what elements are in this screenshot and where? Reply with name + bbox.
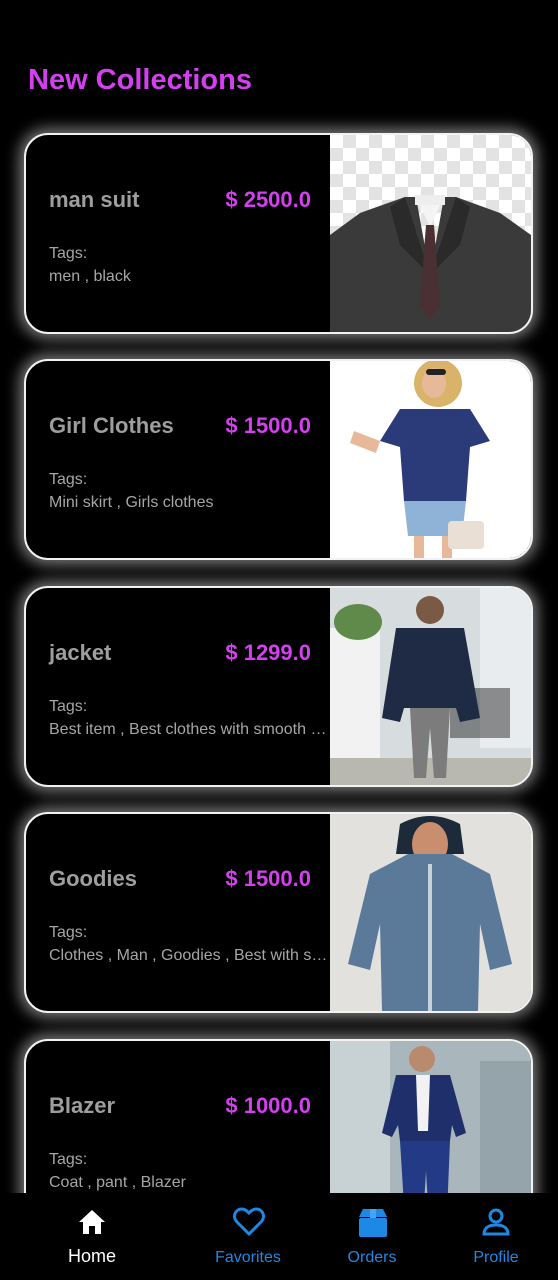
tags-label: Tags: [49,245,88,262]
product-tags: Clothes , Man , Goodies , Best with styl… [49,947,329,964]
product-image[interactable] [330,135,531,332]
tags-label: Tags: [49,698,88,715]
heart-icon [233,1207,265,1237]
product-card[interactable]: man suit $ 2500.0 Tags: men , black [24,133,533,334]
product-list[interactable]: New Collections man suit $ 2500.0 Tags: … [0,0,558,1193]
home-icon [79,1210,105,1234]
product-tags: men , black [49,268,131,285]
nav-orders[interactable]: Orders [312,1193,432,1280]
nav-profile[interactable]: Profile [436,1193,556,1280]
product-card[interactable]: Goodies $ 1500.0 Tags: Clothes , Man , G… [24,812,533,1013]
product-price: $ 1299.0 [225,640,311,665]
product-card[interactable]: jacket $ 1299.0 Tags: Best item , Best c… [24,586,533,787]
screen: New Collections man suit $ 2500.0 Tags: … [0,0,558,1280]
person-icon [482,1208,510,1236]
nav-home-label: Home [67,1246,116,1266]
tags-label: Tags: [49,924,88,941]
product-card[interactable]: Girl Clothes $ 1500.0 Tags: Mini skirt ,… [24,359,533,560]
tags-label: Tags: [49,1151,88,1168]
tags-label: Tags: [49,471,88,488]
box-icon [359,1209,387,1237]
product-price: $ 1000.0 [225,1093,311,1118]
page-title: New Collections [28,64,252,96]
product-card[interactable]: Blazer $ 1000.0 Tags: Coat , pant , Blaz… [24,1039,533,1193]
product-price: $ 2500.0 [225,187,311,212]
product-name: man suit [49,187,140,212]
product-image[interactable] [330,1041,531,1193]
product-price: $ 1500.0 [225,866,311,891]
product-name: Girl Clothes [49,413,174,438]
product-name: Blazer [49,1093,116,1118]
nav-favorites-label: Favorites [215,1249,281,1266]
nav-home[interactable]: Home [32,1193,152,1280]
product-image[interactable] [330,814,531,1011]
nav-orders-label: Orders [347,1249,397,1266]
product-tags: Mini skirt , Girls clothes [49,494,214,511]
product-name: Goodies [49,866,138,891]
product-image[interactable] [330,588,531,785]
product-price: $ 1500.0 [225,413,311,438]
product-name: jacket [49,640,112,665]
nav-favorites[interactable]: Favorites [188,1193,308,1280]
bottom-nav: Home Favorites Orders Profile [0,1193,558,1280]
product-tags: Coat , pant , Blazer [49,1174,186,1191]
product-tags: Best item , Best clothes with smooth fab… [49,721,329,738]
product-image[interactable] [330,361,531,558]
nav-profile-label: Profile [473,1249,519,1266]
